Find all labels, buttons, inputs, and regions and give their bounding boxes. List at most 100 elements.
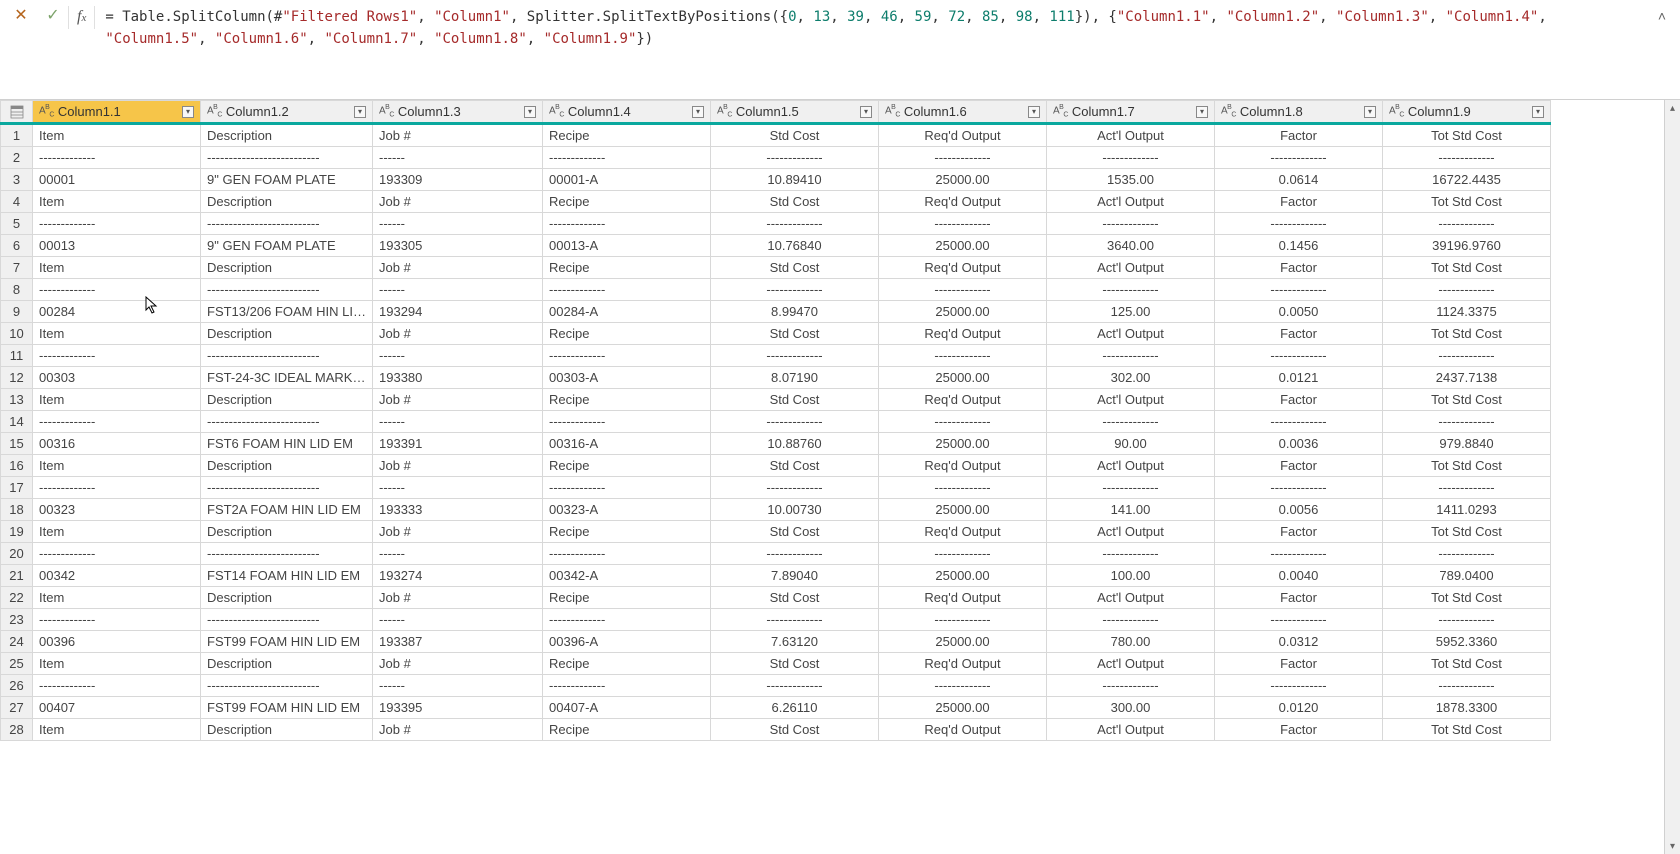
cell[interactable]: ------------- [711, 411, 879, 433]
cell[interactable]: Act'l Output [1047, 587, 1215, 609]
table-row[interactable]: 11--------------------------------------… [1, 345, 1551, 367]
cell[interactable]: Description [201, 191, 373, 213]
table-row[interactable]: 23--------------------------------------… [1, 609, 1551, 631]
cell[interactable]: ------------- [711, 147, 879, 169]
cell[interactable]: 193395 [373, 697, 543, 719]
column-header-Column1.9[interactable]: ABCColumn1.9▾ [1383, 101, 1551, 124]
table-row[interactable]: 2100342FST14 FOAM HIN LID EM19327400342-… [1, 565, 1551, 587]
cell[interactable]: Tot Std Cost [1383, 191, 1551, 213]
cell[interactable]: 25000.00 [879, 499, 1047, 521]
row-index[interactable]: 25 [1, 653, 33, 675]
cell[interactable]: Req'd Output [879, 455, 1047, 477]
cell[interactable]: Item [33, 521, 201, 543]
cell[interactable]: 00303-A [543, 367, 711, 389]
cell[interactable]: Description [201, 323, 373, 345]
cell[interactable]: ------------- [1047, 609, 1215, 631]
row-index[interactable]: 24 [1, 631, 33, 653]
cell[interactable]: FST99 FOAM HIN LID EM [201, 697, 373, 719]
cell[interactable]: 0.0050 [1215, 301, 1383, 323]
cell[interactable]: 00284-A [543, 301, 711, 323]
cell[interactable]: 0.0120 [1215, 697, 1383, 719]
cell[interactable]: Job # [373, 455, 543, 477]
cell[interactable]: ------------- [1215, 609, 1383, 631]
column-filter-dropdown[interactable]: ▾ [1028, 106, 1040, 118]
cell[interactable]: Act'l Output [1047, 124, 1215, 147]
cell[interactable]: ------------- [33, 279, 201, 301]
cell[interactable]: ------------- [879, 147, 1047, 169]
column-header-Column1.6[interactable]: ABCColumn1.6▾ [879, 101, 1047, 124]
cell[interactable]: Factor [1215, 587, 1383, 609]
cell[interactable]: ------------- [543, 609, 711, 631]
cell[interactable]: ------------- [543, 279, 711, 301]
cell[interactable]: Act'l Output [1047, 653, 1215, 675]
row-index[interactable]: 13 [1, 389, 33, 411]
cell[interactable]: 193391 [373, 433, 543, 455]
cell[interactable]: ------------- [879, 543, 1047, 565]
cell[interactable]: FST2A FOAM HIN LID EM [201, 499, 373, 521]
cell[interactable]: ------------- [711, 675, 879, 697]
cell[interactable]: ------------- [879, 477, 1047, 499]
cell[interactable]: Item [33, 389, 201, 411]
table-row[interactable]: 19ItemDescriptionJob #RecipeStd CostReq'… [1, 521, 1551, 543]
table-row[interactable]: 1200303FST-24-3C IDEAL MARKET19338000303… [1, 367, 1551, 389]
cell[interactable]: ------------- [543, 213, 711, 235]
cell[interactable]: Recipe [543, 323, 711, 345]
cell[interactable]: Job # [373, 653, 543, 675]
cell[interactable]: ------------- [1215, 279, 1383, 301]
cell[interactable]: ------ [373, 411, 543, 433]
cell[interactable]: Description [201, 719, 373, 741]
row-index[interactable]: 26 [1, 675, 33, 697]
table-row[interactable]: 6000139" GEN FOAM PLATE19330500013-A10.7… [1, 235, 1551, 257]
cell[interactable]: Recipe [543, 191, 711, 213]
cell[interactable]: 00407-A [543, 697, 711, 719]
cell[interactable]: Factor [1215, 653, 1383, 675]
cell[interactable]: 9" GEN FOAM PLATE [201, 235, 373, 257]
column-filter-dropdown[interactable]: ▾ [524, 106, 536, 118]
cell[interactable]: 00342-A [543, 565, 711, 587]
cell[interactable]: 00284 [33, 301, 201, 323]
cell[interactable]: ------------- [543, 675, 711, 697]
cell[interactable]: 00001-A [543, 169, 711, 191]
cell[interactable]: 6.26110 [711, 697, 879, 719]
row-index[interactable]: 1 [1, 124, 33, 147]
cell[interactable]: 7.63120 [711, 631, 879, 653]
cell[interactable]: ------------- [1215, 147, 1383, 169]
row-index[interactable]: 9 [1, 301, 33, 323]
cell[interactable]: Job # [373, 323, 543, 345]
table-row[interactable]: 5---------------------------------------… [1, 213, 1551, 235]
cell[interactable]: 00342 [33, 565, 201, 587]
cell[interactable]: 00001 [33, 169, 201, 191]
cell[interactable]: 1124.3375 [1383, 301, 1551, 323]
column-filter-dropdown[interactable]: ▾ [1532, 106, 1544, 118]
table-row[interactable]: 900284FST13/206 FOAM HIN LID EM193294002… [1, 301, 1551, 323]
cell[interactable]: 193380 [373, 367, 543, 389]
cell[interactable]: 00013 [33, 235, 201, 257]
cell[interactable]: 00013-A [543, 235, 711, 257]
cell[interactable]: Item [33, 653, 201, 675]
cell[interactable]: 2437.7138 [1383, 367, 1551, 389]
cell[interactable]: Recipe [543, 389, 711, 411]
cell[interactable]: ------------- [879, 213, 1047, 235]
cell[interactable]: ------------- [1047, 345, 1215, 367]
table-row[interactable]: 13ItemDescriptionJob #RecipeStd CostReq'… [1, 389, 1551, 411]
cell[interactable]: -------------------------- [201, 213, 373, 235]
cell[interactable]: ------------- [33, 477, 201, 499]
cancel-button[interactable]: ✕ [12, 6, 30, 24]
cell[interactable]: Act'l Output [1047, 389, 1215, 411]
table-row[interactable]: 16ItemDescriptionJob #RecipeStd CostReq'… [1, 455, 1551, 477]
table-row[interactable]: 8---------------------------------------… [1, 279, 1551, 301]
table-row[interactable]: 2700407FST99 FOAM HIN LID EM19339500407-… [1, 697, 1551, 719]
row-index[interactable]: 19 [1, 521, 33, 543]
column-header-Column1.8[interactable]: ABCColumn1.8▾ [1215, 101, 1383, 124]
cell[interactable]: ------------- [1215, 213, 1383, 235]
cell[interactable]: Std Cost [711, 257, 879, 279]
cell[interactable]: Factor [1215, 257, 1383, 279]
table-row[interactable]: 22ItemDescriptionJob #RecipeStd CostReq'… [1, 587, 1551, 609]
confirm-button[interactable]: ✓ [44, 6, 62, 24]
column-filter-dropdown[interactable]: ▾ [182, 106, 194, 118]
row-index[interactable]: 2 [1, 147, 33, 169]
cell[interactable]: Factor [1215, 389, 1383, 411]
cell[interactable]: 3640.00 [1047, 235, 1215, 257]
cell[interactable]: ------------- [543, 411, 711, 433]
cell[interactable]: 0.0614 [1215, 169, 1383, 191]
